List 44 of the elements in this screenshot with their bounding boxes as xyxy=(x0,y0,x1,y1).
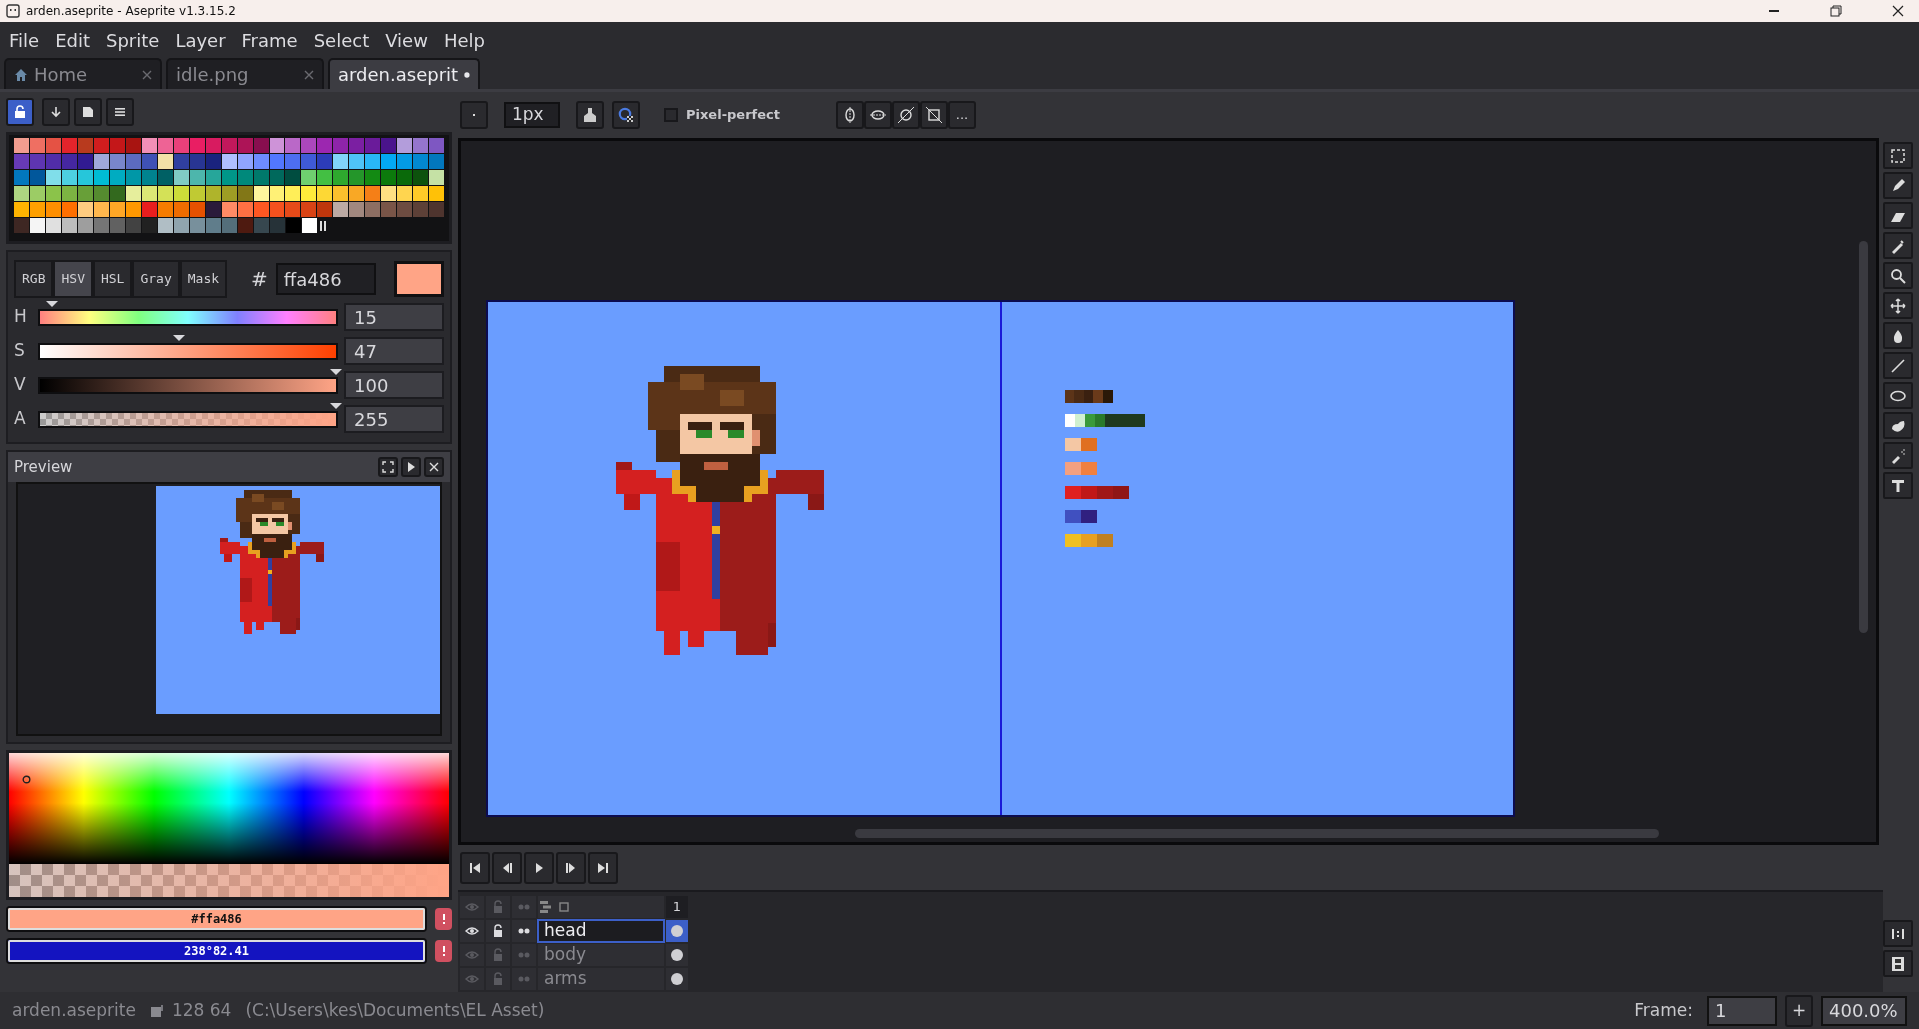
foreground-color-bar[interactable]: #ffa486 xyxy=(6,906,427,932)
more-button[interactable]: ... xyxy=(947,101,976,129)
frame-number: 1 xyxy=(666,896,688,918)
file-path: (C:\Users\kes\Documents\EL Asset) xyxy=(245,998,545,1022)
menu-item[interactable]: Frame xyxy=(234,24,305,56)
layer-name[interactable]: head xyxy=(538,920,664,942)
color-mode-tab[interactable]: RGB xyxy=(14,260,54,298)
slider-label: S xyxy=(14,339,26,363)
sprite-size: 128 64 xyxy=(171,998,232,1022)
color-mode-tab[interactable]: Mask xyxy=(179,260,228,298)
tab[interactable]: Home xyxy=(4,58,162,89)
slider-value-field[interactable]: 15 xyxy=(344,303,444,331)
frame-label: Frame: xyxy=(1634,998,1693,1022)
menu-item[interactable]: View xyxy=(378,24,435,56)
hex-field[interactable]: ffa486 xyxy=(275,263,376,295)
background-color-bar[interactable]: 238°82.41 xyxy=(6,938,427,964)
checkbox-label: Pixel-perfect xyxy=(686,106,780,125)
menu-item[interactable]: Select xyxy=(306,24,377,56)
menu-item[interactable]: Sprite xyxy=(99,24,167,56)
slider-value-field[interactable]: 47 xyxy=(344,337,444,365)
add-frame-button[interactable]: + xyxy=(1785,994,1813,1027)
file-name: arden.aseprite xyxy=(12,998,136,1022)
slider-label: A xyxy=(14,407,27,431)
frame-field[interactable]: 1 xyxy=(1707,995,1777,1026)
brush-size-field[interactable]: 1px xyxy=(504,102,560,128)
slider-label: V xyxy=(14,373,27,397)
hash-label: # xyxy=(251,266,268,293)
tab[interactable]: idle.png xyxy=(166,58,324,89)
menu-item[interactable]: Layer xyxy=(168,24,233,56)
layer-name[interactable]: body xyxy=(538,944,664,966)
menu-item[interactable]: File xyxy=(2,24,47,56)
slider-value-field[interactable]: 255 xyxy=(344,405,444,433)
color-mode-tab[interactable]: Gray xyxy=(132,260,180,298)
menu-item[interactable]: Edit xyxy=(48,24,97,56)
color-mode-tab[interactable]: HSV xyxy=(53,260,93,298)
zoom-field[interactable]: 400.0% xyxy=(1821,995,1907,1026)
slider-value-field[interactable]: 100 xyxy=(344,371,444,399)
panel-title: Preview xyxy=(14,456,74,478)
slider-label: H xyxy=(14,305,28,329)
color-mode-tab[interactable]: HSL xyxy=(92,260,133,298)
layer-name[interactable]: arms xyxy=(538,968,664,990)
menu-item[interactable]: Help xyxy=(436,24,492,56)
window-title: arden.aseprite - Aseprite v1.3.15.2 xyxy=(26,3,236,20)
tab[interactable]: arden.aseprit xyxy=(328,58,480,89)
